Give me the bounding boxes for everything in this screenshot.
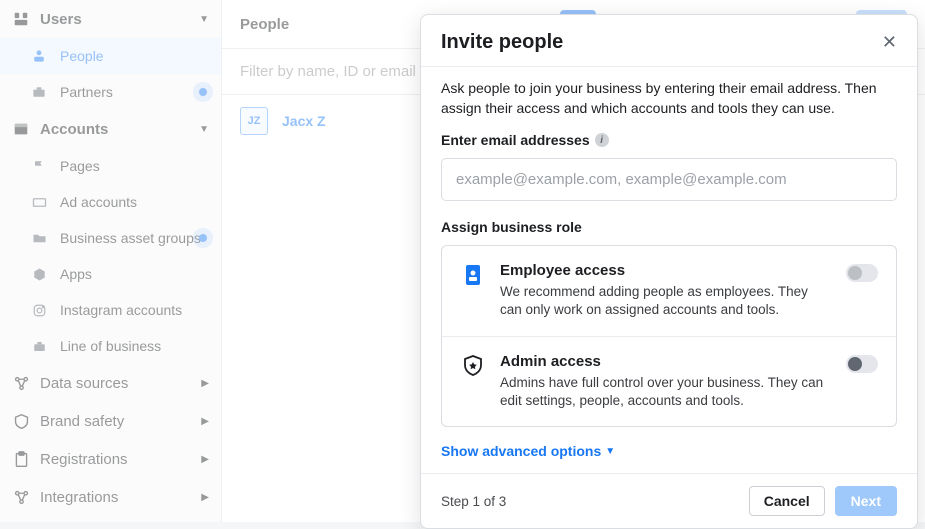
avatar: JZ [240, 107, 268, 135]
cube-icon [30, 265, 48, 283]
role-employee: Employee access We recommend adding peop… [442, 246, 896, 335]
clipboard-icon [12, 450, 30, 468]
page-title: People [240, 16, 289, 33]
show-advanced-link[interactable]: Show advanced options ▼ [441, 443, 897, 459]
shield-icon [12, 412, 30, 430]
advanced-label: Show advanced options [441, 443, 601, 459]
chevron-right-icon: ▶ [201, 454, 209, 465]
person-name: Jacx Z [282, 113, 326, 129]
caret-down-icon: ▼ [199, 14, 209, 25]
sidebar-item-people[interactable]: People [0, 38, 221, 74]
role-title: Employee access [500, 262, 832, 279]
sidebar-item-ad-accounts[interactable]: Ad accounts [0, 184, 221, 220]
sidebar: Users ▼ People Partners Accounts ▼ Pages… [0, 0, 222, 522]
role-desc: We recommend adding people as employees.… [500, 283, 832, 319]
role-desc: Admins have full control over your busin… [500, 374, 832, 410]
role-section-label: Assign business role [441, 219, 582, 235]
email-label: Enter email addresses [441, 132, 590, 148]
sidebar-item-label: Business asset groups [60, 230, 201, 246]
sidebar-section-accounts[interactable]: Accounts ▼ [0, 110, 221, 148]
sidebar-section-label: Brand safety [40, 413, 124, 430]
step-indicator: Step 1 of 3 [441, 494, 506, 509]
role-title: Admin access [500, 353, 832, 370]
sidebar-section-registrations[interactable]: Registrations ▶ [0, 440, 221, 478]
invite-people-modal: Invite people ✕ Ask people to join your … [420, 14, 918, 529]
employee-toggle[interactable] [846, 264, 878, 282]
sidebar-item-label: Ad accounts [60, 194, 137, 210]
admin-toggle[interactable] [846, 355, 878, 373]
sidebar-item-label: Line of business [60, 338, 161, 354]
id-badge-icon [460, 262, 486, 319]
modal-description: Ask people to join your business by ente… [441, 67, 897, 118]
sidebar-section-users-label: Users [40, 11, 82, 28]
sidebar-section-users[interactable]: Users ▼ [0, 0, 221, 38]
sidebar-section-integrations[interactable]: Integrations ▶ [0, 478, 221, 516]
shield-star-icon [460, 353, 486, 410]
sidebar-item-partners[interactable]: Partners [0, 74, 221, 110]
caret-down-icon: ▼ [199, 124, 209, 135]
close-icon[interactable]: ✕ [882, 32, 897, 53]
cancel-button[interactable]: Cancel [749, 486, 825, 516]
sidebar-item-apps[interactable]: Apps [0, 256, 221, 292]
chevron-right-icon: ▶ [201, 416, 209, 427]
sidebar-section-accounts-label: Accounts [40, 121, 108, 138]
sidebar-item-pages[interactable]: Pages [0, 148, 221, 184]
accounts-icon [12, 120, 30, 138]
folder-icon [30, 229, 48, 247]
next-button[interactable]: Next [835, 486, 897, 516]
briefcase-icon [30, 83, 48, 101]
chevron-right-icon: ▶ [201, 492, 209, 503]
role-admin: Admin access Admins have full control ov… [442, 336, 896, 426]
network-icon [12, 488, 30, 506]
email-input[interactable] [441, 158, 897, 201]
sidebar-item-line-of-business[interactable]: Line of business [0, 328, 221, 364]
sidebar-item-label: Apps [60, 266, 92, 282]
info-icon[interactable]: i [595, 133, 609, 147]
sidebar-section-brand-safety[interactable]: Brand safety ▶ [0, 402, 221, 440]
sidebar-section-label: Integrations [40, 489, 118, 506]
sidebar-section-label: Data sources [40, 375, 128, 392]
modal-title: Invite people [441, 31, 563, 54]
sidebar-item-label: Pages [60, 158, 100, 174]
caret-down-icon: ▼ [605, 446, 615, 457]
users-icon [12, 10, 30, 28]
card-icon [30, 193, 48, 211]
sidebar-item-label: People [60, 48, 104, 64]
sidebar-item-label: Partners [60, 84, 113, 100]
sidebar-section-label: Registrations [40, 451, 128, 468]
chevron-right-icon: ▶ [201, 378, 209, 389]
briefcase-icon [30, 337, 48, 355]
sidebar-section-data-sources[interactable]: Data sources ▶ [0, 364, 221, 402]
sidebar-item-instagram[interactable]: Instagram accounts [0, 292, 221, 328]
sidebar-item-label: Instagram accounts [60, 302, 182, 318]
network-icon [12, 374, 30, 392]
flag-icon [30, 157, 48, 175]
sidebar-item-asset-groups[interactable]: Business asset groups [0, 220, 221, 256]
instagram-icon [30, 301, 48, 319]
person-icon [30, 47, 48, 65]
